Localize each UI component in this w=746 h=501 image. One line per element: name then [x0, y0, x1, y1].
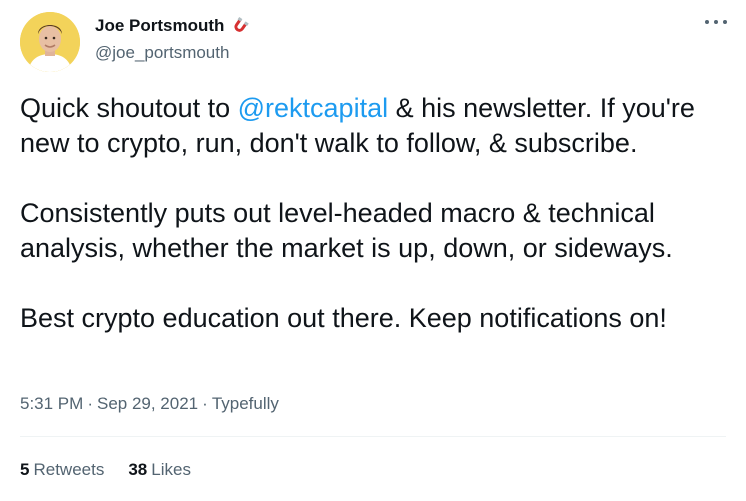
mention-link[interactable]: @rektcapital [238, 93, 388, 123]
author-handle[interactable]: @joe_portsmouth [95, 43, 229, 63]
divider [20, 436, 726, 437]
avatar[interactable] [20, 12, 80, 72]
meta-separator: · [87, 394, 93, 413]
author-name[interactable]: Joe Portsmouth [95, 16, 224, 36]
likes-label: Likes [151, 460, 191, 479]
tweet-stats: 5 Retweets 38 Likes [20, 460, 191, 480]
tweet-paragraph-2: Consistently puts out level-headed macro… [20, 198, 673, 263]
magnet-icon [230, 16, 250, 36]
author-name-row[interactable]: Joe Portsmouth [95, 16, 250, 36]
tweet-text-segment: Quick shoutout to [20, 93, 238, 123]
tweet-text: Quick shoutout to @rektcapital & his new… [20, 91, 740, 336]
tweet-time[interactable]: 5:31 PM [20, 394, 83, 413]
meta-separator: · [202, 394, 208, 413]
retweets-stat[interactable]: 5 Retweets [20, 460, 104, 480]
tweet-meta: 5:31 PM · Sep 29, 2021 · Typefully [20, 394, 279, 414]
more-options-icon[interactable] [705, 12, 727, 32]
likes-stat[interactable]: 38 Likes [128, 460, 191, 480]
tweet-card: Joe Portsmouth @joe_portsmouth Quick sho… [0, 0, 746, 501]
retweets-count: 5 [20, 460, 30, 479]
likes-count: 38 [128, 460, 148, 479]
tweet-paragraph-1: Quick shoutout to @rektcapital & his new… [20, 91, 740, 161]
tweet-paragraph-3: Best crypto education out there. Keep no… [20, 303, 667, 333]
tweet-date[interactable]: Sep 29, 2021 [97, 394, 198, 413]
tweet-source[interactable]: Typefully [212, 394, 279, 413]
retweets-label: Retweets [33, 460, 105, 479]
